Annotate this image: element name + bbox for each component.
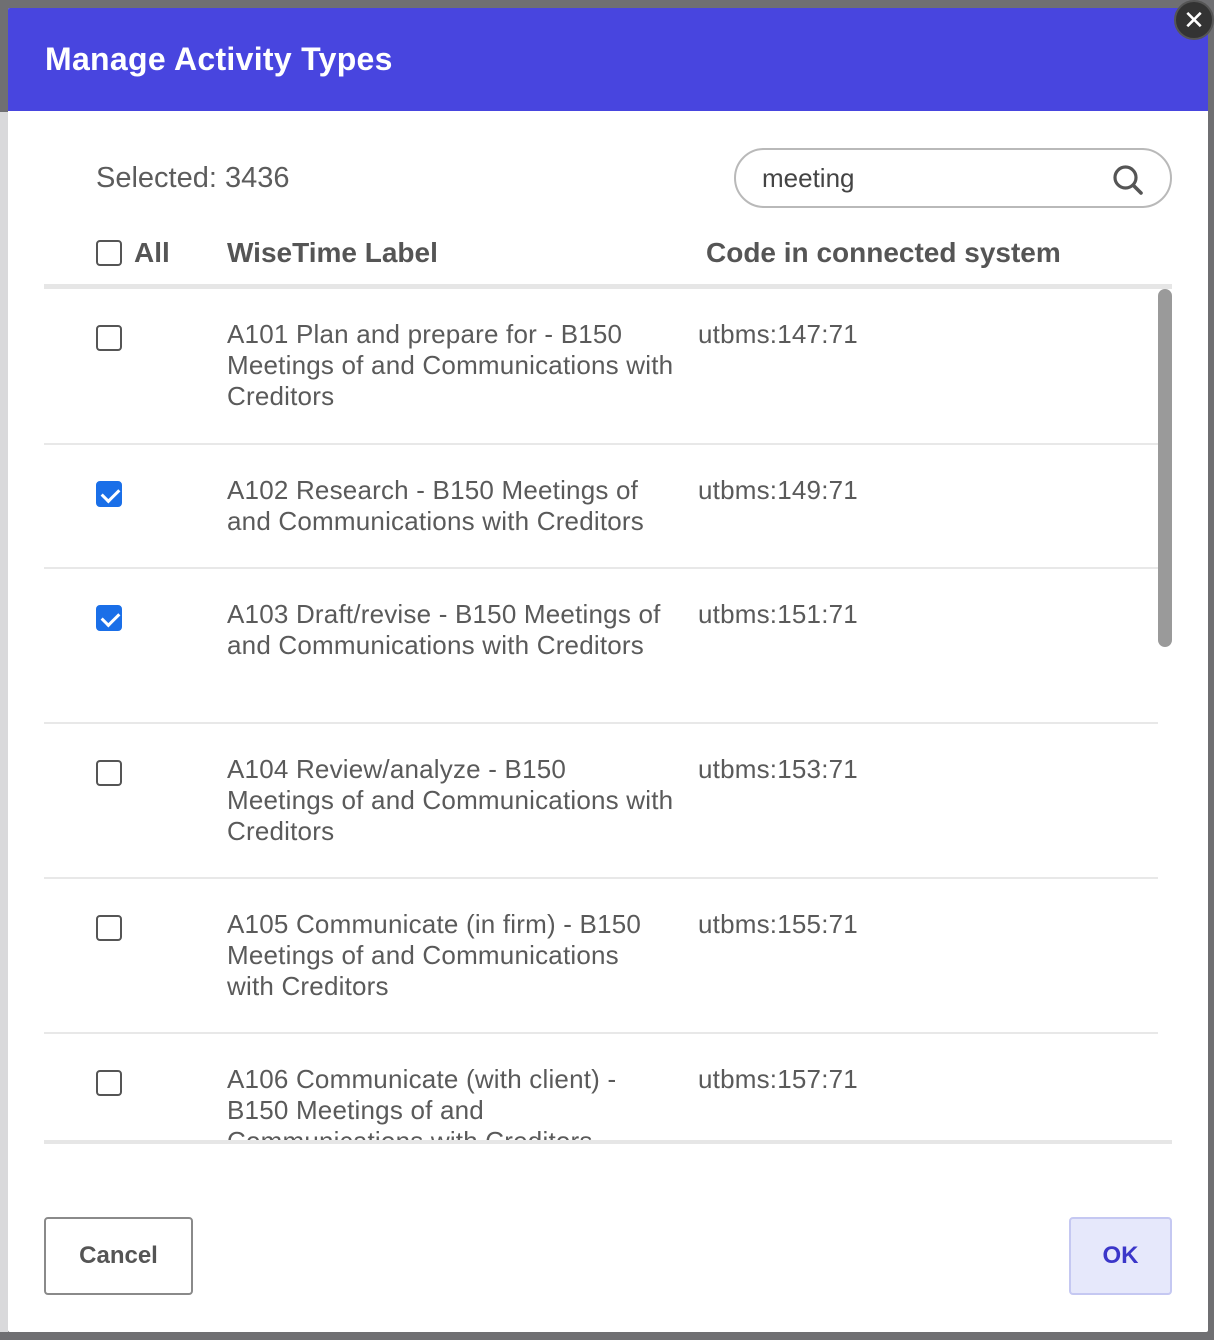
- ok-button[interactable]: OK: [1069, 1217, 1172, 1295]
- dialog-title: Manage Activity Types: [45, 41, 393, 77]
- list-scrollbar[interactable]: [1158, 289, 1172, 647]
- close-icon: ✕: [1183, 4, 1205, 35]
- row-code: utbms:155:71: [698, 909, 858, 939]
- activity-type-list[interactable]: A101 Plan and prepare for - B150 Meeting…: [44, 289, 1172, 1144]
- selected-count: Selected: 3436: [96, 162, 290, 194]
- toolbar: Selected: 3436: [96, 148, 1172, 218]
- column-header-code: Code in connected system: [706, 237, 1061, 268]
- row-code: utbms:149:71: [698, 475, 858, 505]
- row-checkbox[interactable]: [96, 1070, 122, 1096]
- search-input[interactable]: [762, 162, 1092, 194]
- row-label: A106 Communicate (with client) - B150 Me…: [227, 1064, 617, 1144]
- manage-activity-types-dialog: Manage Activity Types Selected: 3436 All…: [8, 8, 1208, 1332]
- row-code: utbms:147:71: [698, 319, 858, 349]
- close-button[interactable]: ✕: [1174, 0, 1214, 40]
- search-box[interactable]: [734, 148, 1172, 208]
- list-item[interactable]: A102 Research - B150 Meetings of and Com…: [44, 445, 1158, 569]
- column-header-wisetime-label: WiseTime Label: [227, 237, 438, 268]
- list-item[interactable]: A106 Communicate (with client) - B150 Me…: [44, 1034, 1158, 1144]
- row-code: utbms:157:71: [698, 1064, 858, 1094]
- row-checkbox[interactable]: [96, 481, 122, 507]
- row-label: A103 Draft/revise - B150 Meetings of and…: [227, 599, 661, 660]
- row-code: utbms:153:71: [698, 754, 858, 784]
- select-all[interactable]: All: [96, 237, 170, 269]
- row-label: A101 Plan and prepare for - B150 Meeting…: [227, 319, 674, 411]
- row-checkbox[interactable]: [96, 605, 122, 631]
- row-label: A102 Research - B150 Meetings of and Com…: [227, 475, 644, 536]
- list-item[interactable]: A104 Review/analyze - B150 Meetings of a…: [44, 724, 1158, 879]
- row-checkbox[interactable]: [96, 325, 122, 351]
- dialog-header: Manage Activity Types: [8, 8, 1208, 111]
- search-icon[interactable]: [1112, 164, 1144, 196]
- row-code: utbms:151:71: [698, 599, 858, 629]
- list-item[interactable]: A103 Draft/revise - B150 Meetings of and…: [44, 569, 1158, 724]
- backdrop: [0, 112, 8, 1332]
- row-checkbox[interactable]: [96, 915, 122, 941]
- row-label: A105 Communicate (in firm) - B150 Meetin…: [227, 909, 642, 1001]
- list-item[interactable]: A101 Plan and prepare for - B150 Meeting…: [44, 289, 1158, 445]
- row-checkbox[interactable]: [96, 760, 122, 786]
- cancel-button[interactable]: Cancel: [44, 1217, 193, 1295]
- row-label: A104 Review/analyze - B150 Meetings of a…: [227, 754, 674, 846]
- all-label: All: [134, 237, 170, 268]
- list-item[interactable]: A105 Communicate (in firm) - B150 Meetin…: [44, 879, 1158, 1034]
- column-header-row: All WiseTime Label Code in connected sys…: [44, 233, 1172, 289]
- select-all-checkbox[interactable]: [96, 240, 122, 266]
